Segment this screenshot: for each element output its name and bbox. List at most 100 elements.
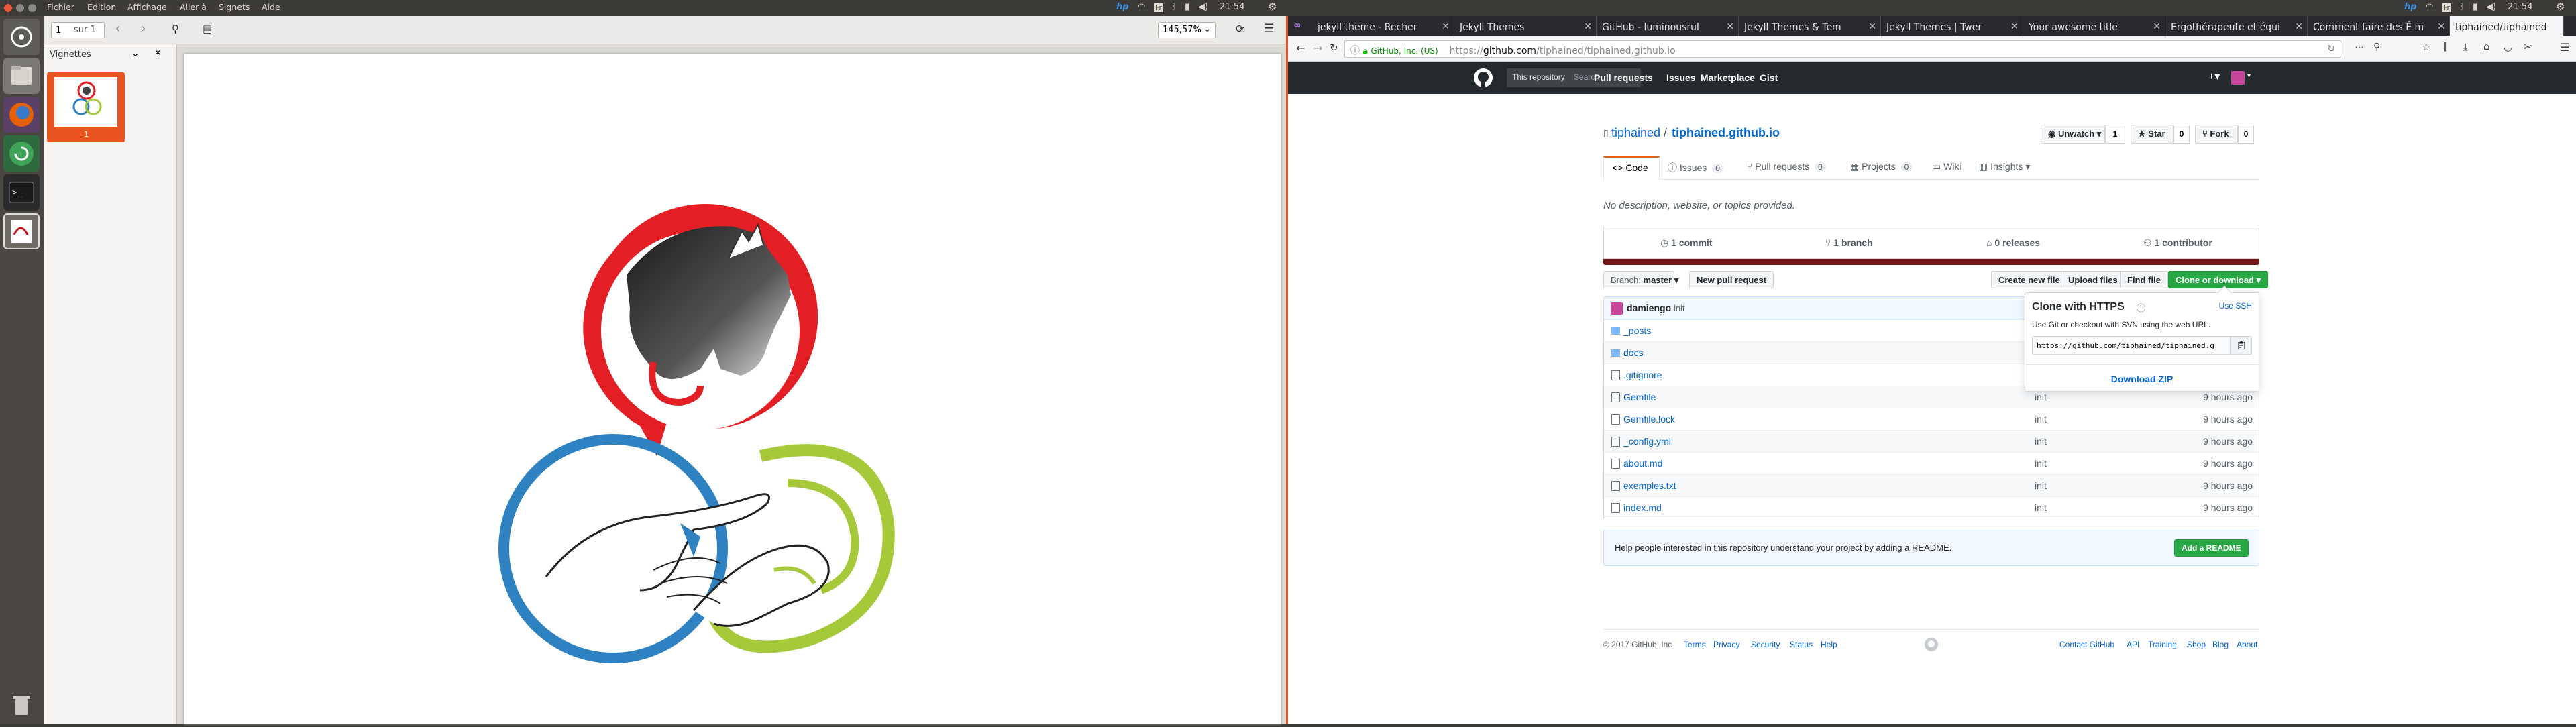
file-row[interactable]: _config.yml init 9 hours ago [1603, 430, 2259, 452]
create-new-file-button[interactable]: Create new file [1991, 271, 2068, 288]
file-name[interactable]: _posts [1623, 325, 1651, 336]
github-mark-icon[interactable] [1924, 637, 1939, 652]
pocket-icon[interactable]: ◡ [2504, 41, 2512, 53]
file-row[interactable]: exemples.txt init 9 hours ago [1603, 474, 2259, 496]
footer-terms[interactable]: Terms [1684, 640, 1706, 649]
wifi-icon[interactable]: ◠ [2426, 2, 2433, 12]
settings-gear-icon[interactable]: ⚙ [2556, 1, 2565, 13]
file-name[interactable]: index.md [1623, 502, 1662, 513]
close-window-icon[interactable] [4, 4, 12, 12]
close-icon[interactable]: ✕ [154, 48, 162, 58]
nav-marketplace[interactable]: Marketplace [1701, 72, 1755, 83]
file-name[interactable]: Gemfile.lock [1623, 414, 1675, 425]
keyboard-layout-icon[interactable]: Fr [1154, 3, 1164, 12]
use-ssh-link[interactable]: Use SSH [2219, 301, 2252, 311]
tab-your-awesome-title[interactable]: Your awesome title ✕ [2023, 16, 2165, 36]
footer-api[interactable]: API [2127, 640, 2139, 649]
tab-code[interactable]: <> Code [1603, 156, 1660, 180]
summary-commits[interactable]: ◷ 1 commit [1660, 237, 1713, 249]
file-commit-message[interactable]: init [2035, 502, 2047, 513]
file-commit-message[interactable]: init [2035, 436, 2047, 447]
tab-ergotherapeute[interactable]: Ergothérapeute et équi ✕ [2165, 16, 2308, 36]
tab-wiki[interactable]: ▭ Wiki [1932, 161, 1962, 172]
new-pull-request-button[interactable]: New pull request [1689, 271, 1774, 288]
footer-contact[interactable]: Contact GitHub [2059, 640, 2114, 649]
tab-jekyll-themes-templates[interactable]: Jekyll Themes & Tem ✕ [1739, 16, 1881, 36]
secure-lock-icon[interactable]: 🔒︎ [1362, 46, 1367, 56]
close-tab-icon[interactable]: ✕ [1442, 21, 1450, 32]
menu-fichier[interactable]: Fichier [47, 2, 74, 12]
previous-page-icon[interactable]: ‹ [115, 21, 120, 36]
annotations-icon[interactable]: ▤ [203, 23, 212, 35]
summary-releases[interactable]: ⌂ 0 releases [1986, 237, 2040, 248]
download-icon[interactable]: ⤓ [2463, 41, 2468, 53]
keyboard-layout-icon[interactable]: Fr [2442, 3, 2452, 12]
tab-pull-requests[interactable]: ⑂ Pull requests 0 [1747, 161, 1826, 172]
bluetooth-icon[interactable]: ᛒ [1171, 2, 1177, 12]
firefox-icon[interactable] [3, 97, 40, 133]
tab-github-luminousrul[interactable]: GitHub - luminousrul ✕ [1597, 16, 1739, 36]
file-commit-message[interactable]: init [2035, 392, 2047, 402]
fork-count[interactable]: 0 [2238, 125, 2254, 144]
avatar[interactable] [2231, 71, 2245, 85]
page-thumbnail[interactable]: 1 [47, 72, 125, 142]
file-name[interactable]: _config.yml [1623, 436, 1671, 447]
wifi-icon[interactable]: ◠ [1138, 2, 1145, 12]
tab-jekyll-theme-search[interactable]: jekyll theme - Recher ✕ [1312, 16, 1454, 36]
close-tab-icon[interactable]: ✕ [1726, 21, 1734, 32]
fork-button[interactable]: ⑂ Fork [2195, 125, 2238, 144]
footer-help[interactable]: Help [1821, 640, 1837, 649]
site-identity[interactable]: GitHub, Inc. (US) [1371, 46, 1438, 56]
upload-files-button[interactable]: Upload files [2061, 271, 2125, 288]
hamburger-menu-icon[interactable]: ☰ [1264, 22, 1274, 36]
dash-home-icon[interactable] [3, 19, 40, 55]
help-icon[interactable]: ⓘ [2137, 301, 2145, 314]
download-zip-link[interactable]: Download ZIP [2025, 374, 2259, 384]
maximize-window-icon[interactable] [28, 4, 36, 12]
footer-shop[interactable]: Shop [2187, 640, 2206, 649]
tab-comment-faire[interactable]: Comment faire des É m ✕ [2308, 16, 2450, 36]
star-button[interactable]: ★ Star [2131, 125, 2174, 144]
software-updater-icon[interactable] [3, 135, 40, 172]
language-bar[interactable] [1603, 259, 2259, 265]
battery-icon[interactable]: ▮ [1185, 2, 1189, 12]
hp-icon[interactable]: hp [2404, 2, 2417, 12]
file-name[interactable]: exemples.txt [1623, 480, 1676, 491]
menu-signets[interactable]: Signets [219, 2, 250, 12]
footer-privacy[interactable]: Privacy [1713, 640, 1739, 649]
menu-aller-a[interactable]: Aller à [180, 2, 207, 12]
file-name[interactable]: .gitignore [1623, 370, 1662, 380]
summary-branches[interactable]: ⑂ 1 branch [1825, 237, 1873, 248]
add-readme-button[interactable]: Add a README [2174, 539, 2249, 557]
document-view[interactable] [177, 44, 1288, 724]
footer-security[interactable]: Security [1751, 640, 1780, 649]
close-tab-icon[interactable]: ✕ [1868, 21, 1876, 32]
watch-button[interactable]: ◉ Unwatch ▾ [2041, 125, 2105, 144]
close-tab-icon[interactable]: ✕ [2153, 21, 2161, 32]
branch-select-button[interactable]: Branch: master ▾ [1603, 271, 1678, 288]
close-tab-icon[interactable]: ✕ [1584, 21, 1592, 32]
terminal-icon[interactable]: >_ [3, 174, 40, 211]
commit-author[interactable]: damiengo [1627, 302, 1671, 313]
nav-pull-requests[interactable]: Pull requests [1594, 72, 1653, 83]
github-logo-icon[interactable] [1473, 68, 1493, 88]
repo-name-link[interactable]: tiphained.github.io [1672, 126, 1780, 140]
hp-icon[interactable]: hp [1116, 2, 1129, 12]
tab-jekyll-themes-twer[interactable]: Jekyll Themes | Twer ✕ [1881, 16, 2023, 36]
volume-icon[interactable]: ◀) [1198, 2, 1208, 12]
page-actions-icon[interactable]: ⋯ [2355, 42, 2364, 53]
file-name[interactable]: Gemfile [1623, 392, 1656, 402]
clock[interactable]: 21:54 [1220, 2, 1244, 12]
screenshot-icon[interactable]: ✂ [2524, 41, 2532, 53]
watch-count[interactable]: 1 [2105, 125, 2125, 144]
search-icon[interactable]: ⚲ [2373, 42, 2380, 52]
reload-icon[interactable]: ↻ [1330, 42, 1338, 54]
file-row[interactable]: Gemfile.lock init 9 hours ago [1603, 408, 2259, 430]
file-commit-message[interactable]: init [2035, 480, 2047, 491]
tab-jekyll-themes[interactable]: Jekyll Themes ✕ [1454, 16, 1597, 36]
close-tab-icon[interactable]: ✕ [2295, 21, 2303, 32]
chevron-down-icon[interactable]: ⌄ [131, 48, 140, 59]
file-name[interactable]: docs [1623, 347, 1644, 358]
close-tab-icon[interactable]: ✕ [2437, 21, 2445, 32]
tab-projects[interactable]: ▦ Projects 0 [1850, 161, 1913, 172]
